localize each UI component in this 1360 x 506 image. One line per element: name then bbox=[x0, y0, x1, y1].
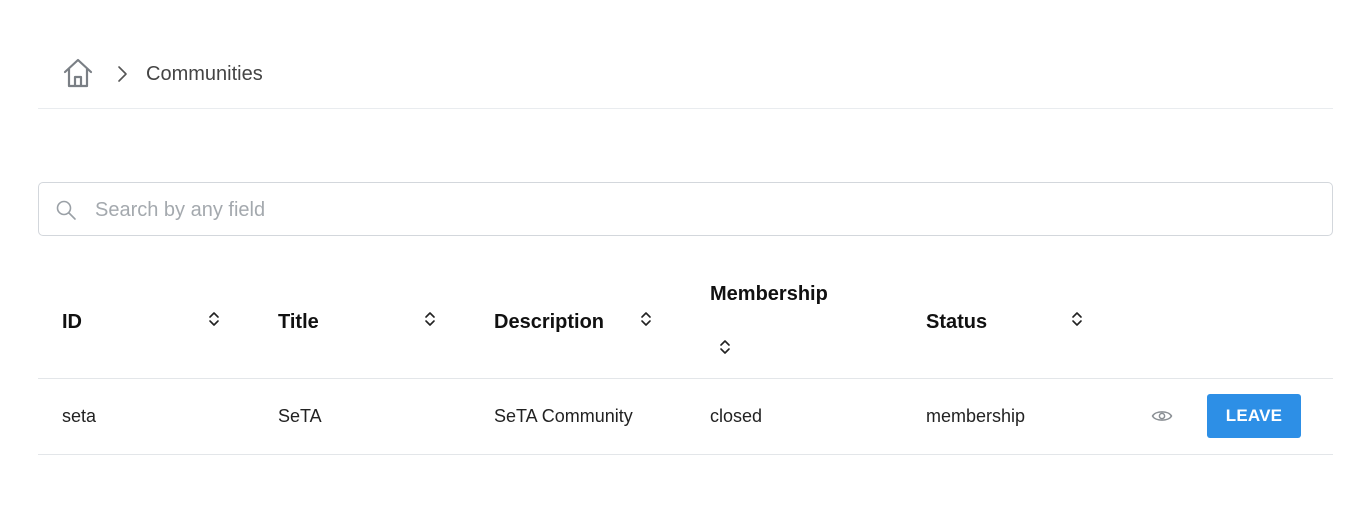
cell-description: SeTA Community bbox=[494, 406, 633, 426]
breadcrumb: Communities bbox=[38, 0, 1333, 109]
breadcrumb-current: Communities bbox=[146, 63, 263, 85]
column-header-status[interactable]: Status bbox=[926, 310, 987, 334]
communities-table: ID Title Description Membership Status s… bbox=[38, 262, 1333, 455]
column-header-id[interactable]: ID bbox=[62, 310, 82, 334]
eye-icon[interactable] bbox=[1151, 407, 1173, 425]
leave-button[interactable]: LEAVE bbox=[1207, 394, 1301, 438]
sort-icon[interactable] bbox=[424, 310, 436, 328]
table-header: ID Title Description Membership Status bbox=[38, 262, 1333, 379]
chevron-right-icon bbox=[118, 66, 127, 82]
search-input[interactable] bbox=[93, 191, 1317, 229]
search-icon bbox=[56, 200, 76, 220]
column-header-title[interactable]: Title bbox=[278, 310, 319, 334]
cell-title: SeTA bbox=[278, 406, 322, 426]
cell-id: seta bbox=[62, 406, 97, 426]
column-header-membership[interactable]: Membership bbox=[710, 282, 828, 306]
table-row: seta SeTA SeTA Community closed membersh… bbox=[38, 379, 1333, 455]
sort-icon[interactable] bbox=[1071, 310, 1083, 328]
search-bar bbox=[38, 182, 1333, 236]
sort-icon[interactable] bbox=[208, 310, 220, 328]
sort-icon[interactable] bbox=[719, 338, 731, 356]
sort-icon[interactable] bbox=[640, 310, 652, 328]
cell-membership: closed bbox=[710, 406, 763, 426]
communities-page: Communities ID Title Description bbox=[0, 0, 1360, 506]
cell-status: membership bbox=[926, 406, 1026, 426]
column-header-description[interactable]: Description bbox=[494, 310, 604, 334]
home-icon[interactable] bbox=[62, 57, 94, 89]
